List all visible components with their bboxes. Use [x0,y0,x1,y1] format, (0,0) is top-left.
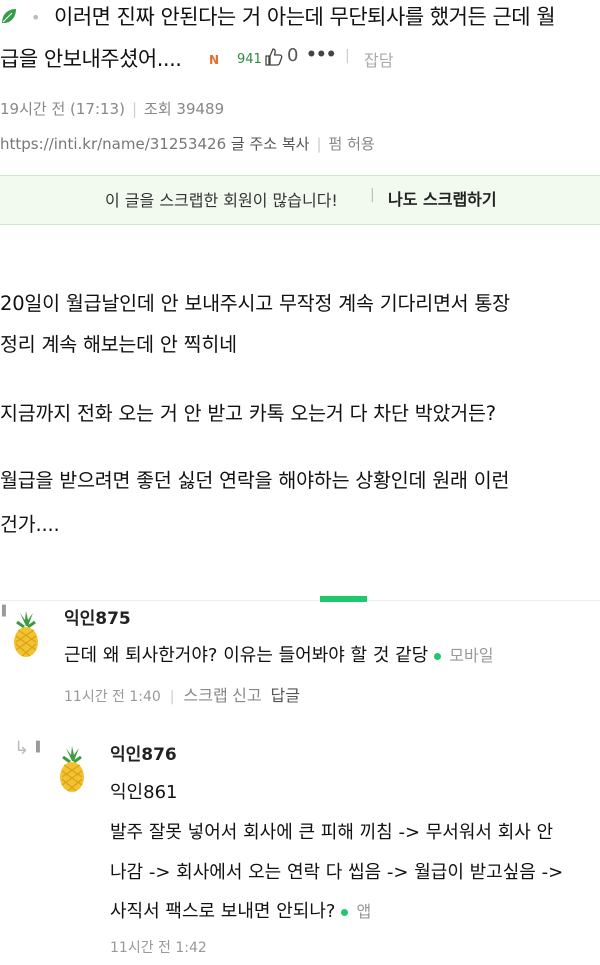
comment-source: 모바일 [449,646,494,665]
leaf-icon [2,9,16,23]
comment-text: 근데 왜 퇴사한거야? 이유는 들어봐야 할 것 같당 모바일 [64,641,493,667]
reply-arrow-icon: ↳ [14,738,30,759]
post-title-line1: 이러면 진짜 안된다는 거 아는데 무단퇴사를 했거든 근데 월 [54,5,556,29]
like-count: 0 [287,45,299,66]
pineapple-avatar-icon [60,746,84,792]
body-paragraph-3-line2: 건가.... [0,513,60,536]
like-icon[interactable] [264,47,284,67]
post-url[interactable]: https://inti.kr/name/31253426 [0,135,226,153]
post-time: 19시간 전 (17:13) [0,100,125,118]
post-meta: 19시간 전 (17:13) | 조회 39489 [0,100,225,118]
comment-body: 근데 왜 퇴사한거야? 이유는 들어봐야 할 것 같당 [64,645,429,666]
comment-reply-button[interactable]: 답글 [271,686,300,705]
comment-meta: 11시간 전 1:42 [110,937,207,957]
category-label[interactable]: 잡담 [364,47,393,71]
scrap-button[interactable]: 나도 스크랩하기 [388,186,497,210]
post-title-line2: 급을 안보내주셨어.... [0,47,182,71]
online-dot [434,652,442,660]
new-badge: N [209,53,220,67]
body-paragraph-1-line1: 20일이 월급날인데 안 보내주시고 무작정 계속 기다리면서 통장 [0,292,510,315]
comment-time: 11시간 전 1:40 [64,689,161,705]
separator: | [345,48,350,64]
small-view-count: 941 [237,52,262,67]
comment-text-line3: 사직서 팩스로 보내면 안되나? [110,901,336,922]
perm-label: 펌 허용 [328,135,375,153]
flag-icon: ▌ [36,742,44,753]
pineapple-avatar-icon [14,611,38,657]
comments-divider [0,600,600,601]
comment-time: 11시간 전 1:42 [110,940,207,956]
body-paragraph-2: 지금까지 전화 오는 거 안 받고 카톡 오는거 다 차단 박았거든? [0,402,496,425]
comment-text-line2: 나감 -> 회사에서 오는 연락 다 씹음 -> 월급이 받고싶음 -> [110,862,564,883]
online-dot [341,908,349,916]
post-url-row: https://inti.kr/name/31253426 글 주소 복사 | 펌 … [0,135,375,153]
view-count: 조회 39489 [144,100,225,118]
comment-text-line3-row: 사직서 팩스로 보내면 안되나? 앱 [110,897,371,923]
copy-url-button[interactable]: 글 주소 복사 [231,135,310,153]
body-paragraph-1-line2: 정리 계속 해보는데 안 찍히네 [0,333,237,356]
comment-text-line1: 발주 잘못 넣어서 회사에 큰 피해 끼침 -> 무서워서 회사 안 [110,822,554,843]
comment-report-button[interactable]: 신고 [232,686,261,705]
scroll-indicator [320,596,367,602]
body-paragraph-3-line1: 월급을 받으려면 좋던 싫던 연락을 해야하는 상황인데 원래 이런 [0,469,510,492]
comment-author[interactable]: 익인876 [110,740,177,765]
comment-mention[interactable]: 익인861 [110,778,177,804]
comment-author[interactable]: 익인875 [64,604,131,629]
comment-meta: 11시간 전 1:40 | 스크랩 신고 답글 [64,686,300,705]
more-icon[interactable]: ••• [306,45,337,65]
comment-source: 앱 [356,902,372,921]
separator: | [370,187,375,203]
scrap-message: 이 글을 스크랩한 회원이 많습니다! [105,191,338,210]
title-dot: • [31,8,41,27]
comment-scrap-button[interactable]: 스크랩 [184,686,228,705]
